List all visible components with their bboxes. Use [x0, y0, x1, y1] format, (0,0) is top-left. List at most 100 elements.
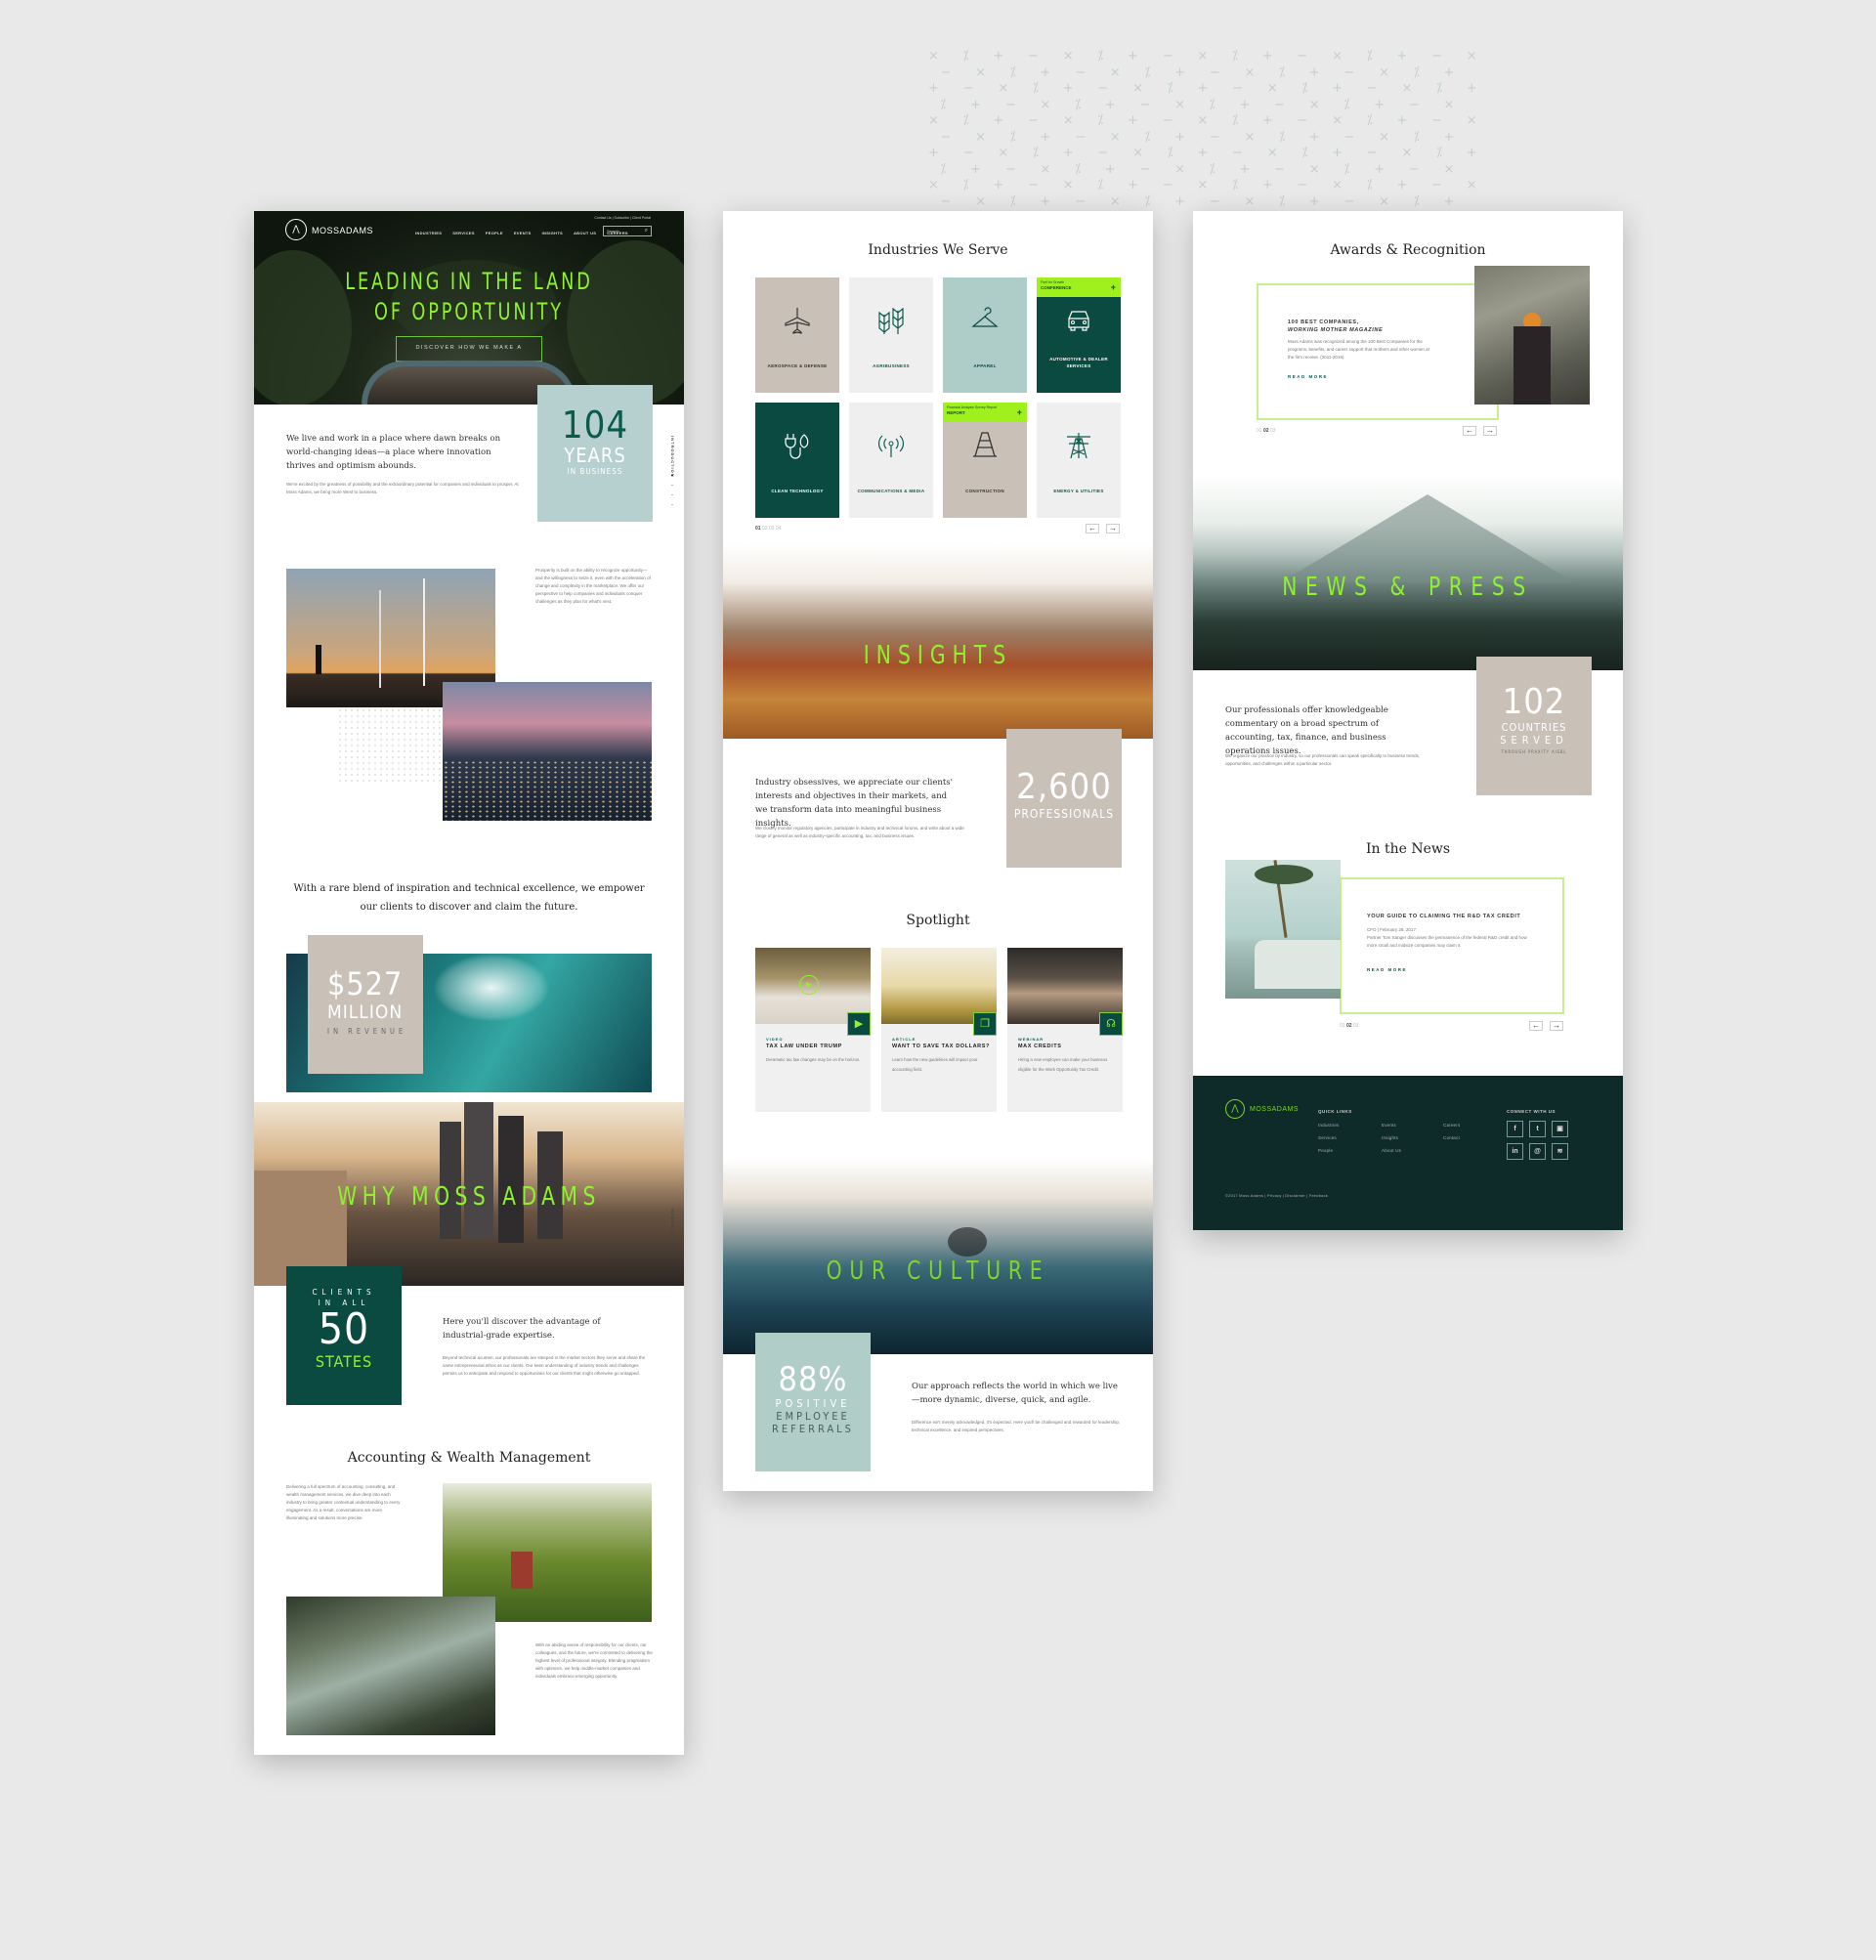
nav-item-about[interactable]: ABOUT US — [574, 231, 596, 235]
pager-01[interactable]: 01 — [1257, 428, 1262, 434]
river-rocks-photo — [286, 1597, 495, 1735]
footer-link-events[interactable]: Events — [1382, 1123, 1396, 1128]
city-lights-photo — [443, 682, 652, 821]
footer-logo-text[interactable]: MOSSADAMS — [1250, 1106, 1299, 1113]
industry-tile[interactable]: AGRIBUSINESS — [849, 277, 933, 393]
nav-item-events[interactable]: EVENTS — [514, 231, 532, 235]
stat-professionals-box: 2,600 PROFESSIONALS — [1006, 729, 1122, 868]
industry-promo-tag[interactable]: Fuel for Growth CONFERENCE + — [1037, 277, 1121, 297]
industry-promo-tag[interactable]: Financial Analysis Survey Report REPORT + — [943, 403, 1027, 422]
youtube-icon[interactable]: ▣ — [1552, 1121, 1568, 1137]
awards-prev-button[interactable]: ← — [1463, 426, 1476, 436]
industries-pager[interactable]: 01 02 03 04 — [755, 526, 781, 532]
pager-01[interactable]: 01 — [755, 526, 761, 532]
culture-body: Difference isn't merely acknowledged, it… — [912, 1420, 1121, 1432]
stat-referrals-box: 88% POSITIVE EMPLOYEE REFERRALS — [755, 1333, 871, 1471]
footer-link-contact[interactable]: Contact — [1443, 1135, 1460, 1140]
twitter-icon[interactable]: t — [1529, 1121, 1546, 1137]
spotlight-title[interactable]: TAX LAW UNDER TRUMP — [766, 1044, 842, 1049]
decorative-math-pattern: × ⁒ + − × ⁒ + − × ⁒ + − × ⁒ + − × ⁒ + − … — [928, 49, 1475, 209]
industry-tile[interactable]: COMMUNICATIONS & MEDIA — [849, 403, 933, 518]
rss-icon[interactable]: ≋ — [1552, 1143, 1568, 1160]
news-pager[interactable]: 01 02 03 — [1340, 1023, 1358, 1029]
section-indicator-dots[interactable] — [671, 475, 673, 514]
spotlight-title[interactable]: MAX CREDITS — [1018, 1044, 1062, 1049]
spotlight-title[interactable]: WANT TO SAVE TAX DOLLARS? — [892, 1044, 990, 1049]
footer-link-industries[interactable]: Industries — [1318, 1123, 1340, 1128]
footer-link-about[interactable]: About Us — [1382, 1148, 1401, 1153]
pager-03[interactable]: 03 — [1270, 428, 1276, 434]
article-icon: ❐ — [973, 1012, 997, 1036]
news-read-more-link[interactable]: READ MORE — [1367, 967, 1407, 972]
headset-icon: ☊ — [1099, 1012, 1123, 1036]
industry-label: AEROSPACE & DEFENSE — [767, 363, 828, 368]
prev-arrow-button[interactable]: ← — [1086, 524, 1099, 533]
plus-icon[interactable]: + — [1111, 282, 1116, 292]
hero-title-line1: LEADING IN THE LAND — [345, 268, 593, 295]
spotlight-desc: Deramatic tax law changes may be on the … — [766, 1057, 861, 1062]
section-indicator-label: INTRODUCTION — [670, 436, 675, 478]
award-title-line2: WORKING MOTHER MAGAZINE — [1288, 327, 1384, 333]
awards-pager[interactable]: 01 02 03 — [1257, 428, 1275, 434]
logo-icon[interactable]: ⋀ — [285, 219, 307, 240]
next-arrow-button[interactable]: → — [1106, 524, 1120, 533]
nav-item-industries[interactable]: INDUSTRIES — [415, 231, 442, 235]
pager-02[interactable]: 02 — [1346, 1023, 1352, 1029]
industry-label: AUTOMOTIVE & DEALER SERVICES — [1049, 357, 1108, 368]
pager-04[interactable]: 04 — [776, 526, 782, 532]
stat-revenue-label: MILLION — [327, 1001, 404, 1023]
linkedin-icon[interactable]: in — [1507, 1143, 1523, 1160]
industry-tile[interactable]: AEROSPACE & DEFENSE — [755, 277, 839, 393]
spotlight-card[interactable]: ▶ ▶ VIDEO TAX LAW UNDER TRUMP Deramatic tax … — [755, 948, 871, 1112]
climber-photo — [1474, 266, 1590, 405]
spotlight-category: ARTICLE — [892, 1037, 917, 1042]
play-button-icon[interactable]: ▶ — [799, 975, 819, 995]
news-item-title[interactable]: YOUR GUIDE TO CLAIMING THE R&D TAX CREDI… — [1367, 914, 1520, 919]
email-icon[interactable]: @ — [1529, 1143, 1546, 1160]
industry-tile[interactable]: CLEAN TECHNOLOGY — [755, 403, 839, 518]
connect-heading: CONNECT WITH US — [1507, 1109, 1556, 1114]
stat-years-sub: IN BUSINESS — [567, 467, 623, 476]
discover-button[interactable]: DISCOVER HOW WE MAKE A DIFFERENCE — [396, 336, 542, 373]
pager-02[interactable]: 02 — [1263, 428, 1269, 434]
footer-logo-icon[interactable]: ⋀ — [1225, 1099, 1245, 1119]
site-footer: ⋀ MOSSADAMS QUICK LINKS Industries Servi… — [1193, 1076, 1623, 1230]
footer-link-careers[interactable]: Careers — [1443, 1123, 1460, 1128]
industry-tile[interactable]: AUTOMOTIVE & DEALER SERVICES Fuel for Gro… — [1037, 277, 1121, 393]
utility-links[interactable]: Contact Us | Subscribe | Client Portal — [594, 216, 651, 220]
industry-label: AGRIBUSINESS — [873, 363, 910, 368]
news-prev-button[interactable]: ← — [1529, 1021, 1543, 1031]
footer-link-services[interactable]: Services — [1318, 1135, 1337, 1140]
footer-link-insights[interactable]: Insights — [1382, 1135, 1398, 1140]
promo-tag-label: CONFERENCE — [1041, 285, 1072, 290]
advantage-lead: Here you'll discover the advantage of in… — [443, 1317, 601, 1341]
award-read-more-link[interactable]: READ MORE — [1288, 374, 1328, 379]
nav-item-people[interactable]: PEOPLE — [486, 231, 503, 235]
search-icon[interactable]: ⌕ — [645, 228, 648, 234]
pager-01[interactable]: 01 — [1340, 1023, 1345, 1029]
logo-text[interactable]: MOSSADAMS — [312, 226, 373, 235]
footer-copyright[interactable]: ©2017 Moss Adams | Privacy | Disclaimer … — [1225, 1193, 1328, 1198]
news-next-button[interactable]: → — [1550, 1021, 1563, 1031]
in-the-news-title: In the News — [1365, 841, 1451, 857]
spotlight-card[interactable]: ☊ WEBINAR MAX CREDITS Hiring a new employee… — [1007, 948, 1123, 1112]
news-item-text: CFO | February 28, 2017 Partner Tom Sange… — [1367, 926, 1533, 950]
industry-label: CLEAN TECHNOLOGY — [771, 489, 824, 493]
plus-icon[interactable]: + — [1017, 407, 1022, 417]
facebook-icon[interactable]: f — [1507, 1121, 1523, 1137]
footer-link-people[interactable]: People — [1318, 1148, 1333, 1153]
pager-03[interactable]: 03 — [769, 526, 775, 532]
stat-states-box: CLIENTS IN ALL 50 STATES — [286, 1266, 402, 1405]
pager-03[interactable]: 03 — [1353, 1023, 1359, 1029]
awards-next-button[interactable]: → — [1483, 426, 1497, 436]
industry-tile[interactable]: ENERGY & UTILITIES — [1037, 403, 1121, 518]
spotlight-card[interactable]: ❐ ARTICLE WANT TO SAVE TAX DOLLARS? Learn h… — [881, 948, 997, 1112]
industry-tile[interactable]: APPAREL — [943, 277, 1027, 393]
stat-referrals-number: 88% — [778, 1360, 848, 1399]
nav-item-insights[interactable]: INSIGHTS — [542, 231, 563, 235]
search-input[interactable]: Search ⌕ — [603, 226, 652, 236]
industry-tile[interactable]: CONSTRUCTION Financial Analysis Survey Re… — [943, 403, 1027, 518]
palm-van-photo — [1225, 860, 1341, 999]
nav-item-services[interactable]: SERVICES — [452, 231, 475, 235]
pager-02[interactable]: 02 — [762, 526, 768, 532]
